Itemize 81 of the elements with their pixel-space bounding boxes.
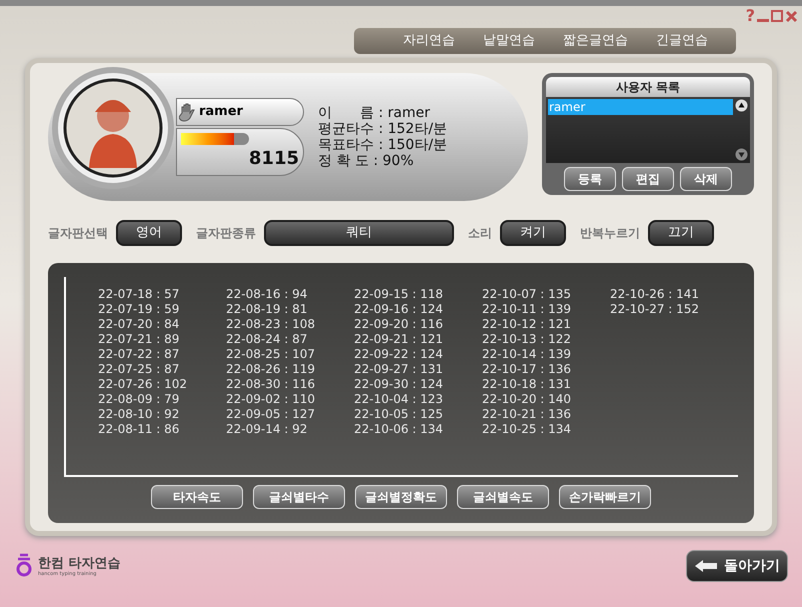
user-list-item[interactable]: ramer	[548, 99, 733, 115]
record-entry: 22-10-13 : 122	[482, 332, 572, 347]
tab[interactable]: 자리연습	[403, 31, 455, 51]
user-action-button[interactable]: 등록	[564, 167, 616, 191]
record-entry: 22-10-17 : 136	[482, 362, 572, 377]
record-entry: 22-07-22 : 87	[98, 347, 180, 362]
logo-icon	[14, 553, 34, 579]
record-entry: 22-08-16 : 94	[226, 287, 308, 302]
record-entry: 22-10-18 : 131	[482, 377, 572, 392]
setting-label: 소리	[468, 225, 492, 242]
view-button[interactable]: 글쇠별타수	[253, 485, 345, 509]
user-list-title: 사용자 목록	[546, 77, 750, 97]
record-entry: 22-09-16 : 124	[354, 302, 444, 317]
record-entry: 22-08-23 : 108	[226, 317, 316, 332]
setting-button[interactable]: 쿼티	[264, 220, 454, 246]
back-arrow-icon	[694, 559, 718, 573]
maximize-button[interactable]	[771, 10, 783, 22]
record-entry: 22-10-21 : 136	[482, 407, 572, 422]
user-action-button[interactable]: 삭제	[680, 167, 732, 191]
record-entry: 22-07-25 : 87	[98, 362, 180, 377]
close-button[interactable]	[785, 10, 798, 22]
setting-label: 반복누르기	[580, 225, 640, 242]
view-button[interactable]: 손가락빠르기	[559, 485, 651, 509]
record-entry: 22-07-20 : 84	[98, 317, 180, 332]
setting-button[interactable]: 영어	[116, 220, 182, 246]
record-entry: 22-07-19 : 59	[98, 302, 180, 317]
tab[interactable]: 긴글연습	[656, 31, 708, 51]
record-entry: 22-08-26 : 119	[226, 362, 316, 377]
record-entry: 22-10-26 : 141	[610, 287, 700, 302]
record-entry: 22-10-20 : 140	[482, 392, 572, 407]
record-entry: 22-08-10 : 92	[98, 407, 180, 422]
record-entry: 22-10-25 : 134	[482, 422, 572, 437]
record-entry: 22-08-30 : 116	[226, 377, 316, 392]
view-button[interactable]: 글쇠별정확도	[355, 485, 447, 509]
record-entry: 22-07-21 : 89	[98, 332, 180, 347]
scroll-down-icon[interactable]	[735, 148, 748, 161]
record-entry: 22-09-21 : 121	[354, 332, 444, 347]
view-button[interactable]: 글쇠별속도	[457, 485, 549, 509]
stat-line: 정 확 도 : 90%	[318, 153, 415, 169]
record-entry: 22-10-05 : 125	[354, 407, 444, 422]
record-entry: 22-08-09 : 79	[98, 392, 180, 407]
record-entry: 22-10-14 : 139	[482, 347, 572, 362]
record-entry: 22-08-11 : 86	[98, 422, 180, 437]
scroll-up-icon[interactable]	[735, 99, 748, 112]
record-entry: 22-09-14 : 92	[226, 422, 308, 437]
tab[interactable]: 짧은글연습	[563, 31, 628, 51]
record-entry: 22-10-11 : 139	[482, 302, 572, 317]
setting-label: 글자판선택	[48, 225, 108, 242]
user-action-button[interactable]: 편집	[622, 167, 674, 191]
record-entry: 22-10-07 : 135	[482, 287, 572, 302]
record-entry: 22-08-19 : 81	[226, 302, 308, 317]
stat-line: 목표타수 : 150타/분	[318, 137, 448, 153]
record-entry: 22-07-18 : 57	[98, 287, 180, 302]
stat-line: 평균타수 : 152타/분	[318, 121, 448, 137]
record-entry: 22-09-20 : 116	[354, 317, 444, 332]
setting-label: 글자판종류	[196, 225, 256, 242]
view-button[interactable]: 타자속도	[151, 485, 243, 509]
record-entry: 22-09-30 : 124	[354, 377, 444, 392]
avatar-icon	[63, 78, 163, 178]
setting-button[interactable]: 끄기	[648, 220, 714, 246]
record-entry: 22-07-26 : 102	[98, 377, 188, 392]
hand-icon	[179, 102, 197, 122]
help-button[interactable]: ?	[746, 8, 755, 24]
record-entry: 22-10-06 : 134	[354, 422, 444, 437]
stat-line: 이 름 : ramer	[318, 105, 431, 121]
record-entry: 22-09-27 : 131	[354, 362, 444, 377]
tab[interactable]: 낱말연습	[483, 31, 535, 51]
record-entry: 22-09-22 : 124	[354, 347, 444, 362]
back-button[interactable]: 돌아가기	[686, 550, 788, 582]
record-entry: 22-10-27 : 152	[610, 302, 700, 317]
logo-title: 한컴 타자연습	[38, 556, 121, 570]
record-entry: 22-10-04 : 123	[354, 392, 444, 407]
record-entry: 22-09-02 : 110	[226, 392, 316, 407]
record-entry: 22-10-12 : 121	[482, 317, 572, 332]
setting-button[interactable]: 켜기	[500, 220, 566, 246]
record-entry: 22-09-15 : 118	[354, 287, 444, 302]
record-entry: 22-08-24 : 87	[226, 332, 308, 347]
record-entry: 22-09-05 : 127	[226, 407, 316, 422]
record-entry: 22-08-25 : 107	[226, 347, 316, 362]
user-name: ramer	[199, 103, 243, 122]
score-value: 8115	[248, 146, 299, 170]
